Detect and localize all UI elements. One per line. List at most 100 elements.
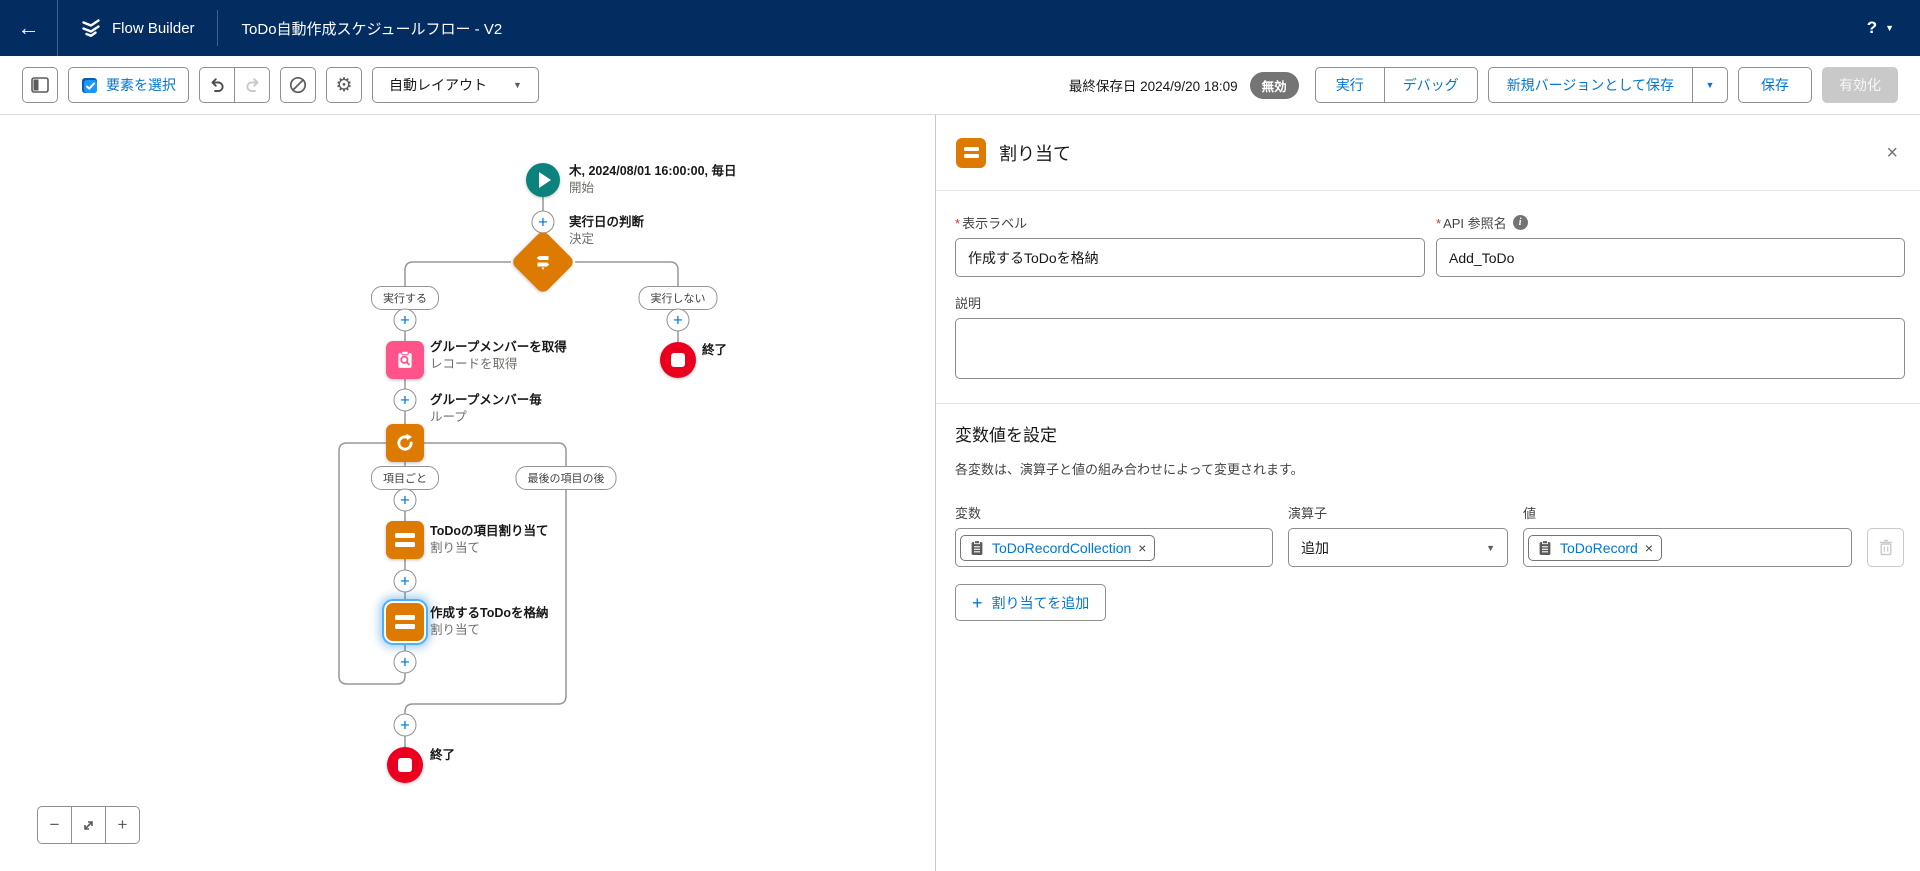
decision-node[interactable] bbox=[510, 229, 576, 295]
app-name: Flow Builder bbox=[112, 19, 195, 37]
gear-icon: ⚙ bbox=[335, 74, 353, 96]
record-icon bbox=[1537, 539, 1553, 556]
end-icon bbox=[398, 758, 412, 772]
end-icon bbox=[671, 353, 685, 367]
back-button[interactable]: ← bbox=[0, 0, 58, 56]
help-menu[interactable]: ? bbox=[1867, 18, 1877, 38]
branch-label-skip: 実行しない bbox=[638, 286, 718, 310]
loop-icon bbox=[394, 432, 416, 454]
redo-icon bbox=[244, 77, 261, 94]
assignment-node-1-label: ToDoの項目割り当て 割り当て bbox=[430, 524, 549, 555]
plus-icon: + bbox=[400, 310, 410, 330]
add-element-connector[interactable]: + bbox=[393, 569, 417, 593]
assignment-icon bbox=[395, 615, 415, 629]
property-editor-panel: 割り当て × *表示ラベル *API 参照名 i bbox=[936, 115, 1920, 871]
loop-node[interactable] bbox=[386, 424, 424, 462]
undo-button[interactable] bbox=[199, 67, 235, 103]
flow-title: ToDo自動作成スケジュールフロー - V2 bbox=[241, 20, 503, 38]
run-button[interactable]: 実行 bbox=[1314, 67, 1385, 103]
plus-icon: + bbox=[538, 212, 548, 232]
plus-icon: + bbox=[400, 571, 410, 591]
redo-button[interactable] bbox=[234, 67, 270, 103]
operator-value: 追加 bbox=[1301, 539, 1329, 556]
flow-toolbar: 要素を選択 ⚙ 自動レイアウト ▼ 最終保存日 2024/9/20 18:09 … bbox=[0, 56, 1920, 115]
end-node-bottom-label: 終了 bbox=[430, 748, 456, 762]
info-icon[interactable]: i bbox=[1512, 215, 1528, 230]
select-caret-icon: ▼ bbox=[1486, 542, 1495, 553]
api-name-input[interactable] bbox=[1436, 238, 1905, 277]
end-node-bottom[interactable] bbox=[387, 747, 423, 783]
app-navbar: ← Flow Builder ToDo自動作成スケジュールフロー - V2 ? … bbox=[0, 0, 1920, 56]
operator-select[interactable]: 追加 ▼ bbox=[1288, 528, 1508, 567]
layout-mode-label: 自動レイアウト bbox=[389, 77, 487, 93]
loop-node-label: グループメンバー毎 ループ bbox=[430, 393, 542, 424]
save-as-new-version-button[interactable]: 新規バージョンとして保存 bbox=[1487, 67, 1693, 103]
plus-icon: + bbox=[400, 390, 410, 410]
close-icon[interactable]: × bbox=[1886, 143, 1898, 163]
variable-pill[interactable]: ToDoRecordCollection × bbox=[960, 534, 1156, 561]
end-node-right[interactable] bbox=[660, 342, 696, 378]
value-pill[interactable]: ToDoRecord × bbox=[1528, 534, 1663, 561]
undo-icon bbox=[209, 77, 226, 94]
record-lookup-icon bbox=[394, 349, 416, 371]
add-element-connector[interactable]: + bbox=[531, 210, 555, 234]
zoom-in-button[interactable]: + bbox=[105, 806, 140, 844]
activate-button[interactable]: 有効化 bbox=[1822, 67, 1898, 103]
branch-label-execute: 実行する bbox=[371, 286, 439, 310]
select-elements-button[interactable]: 要素を選択 bbox=[68, 67, 189, 103]
plus-icon: + bbox=[673, 310, 683, 330]
section-divider bbox=[936, 403, 1920, 404]
get-records-node[interactable] bbox=[386, 341, 424, 379]
add-element-connector[interactable]: + bbox=[393, 308, 417, 332]
description-label: 説明 bbox=[955, 296, 982, 311]
canvas-zoom-controls: − + bbox=[37, 806, 140, 844]
save-menu-button[interactable]: ▼ bbox=[1692, 67, 1728, 103]
add-element-connector[interactable]: + bbox=[393, 713, 417, 737]
value-column-label: 値 bbox=[1523, 506, 1537, 521]
debug-button[interactable]: デバッグ bbox=[1383, 67, 1478, 103]
delete-assignment-button[interactable] bbox=[1867, 528, 1904, 567]
flow-canvas[interactable]: 木, 2024/08/01 16:00:00, 毎日 開始 + 実行日の判断 決… bbox=[0, 115, 936, 871]
back-arrow-icon: ← bbox=[17, 15, 40, 40]
display-label-input[interactable] bbox=[955, 238, 1425, 277]
assignment-node-2-selected[interactable] bbox=[386, 603, 424, 641]
plus-icon: + bbox=[400, 490, 410, 510]
variable-combobox[interactable]: ToDoRecordCollection × bbox=[955, 528, 1273, 567]
add-assignment-button[interactable]: + 割り当てを追加 bbox=[955, 584, 1107, 621]
panel-toggle-icon bbox=[31, 77, 49, 93]
toggle-toolbox-button[interactable] bbox=[22, 67, 58, 103]
select-elements-label: 要素を選択 bbox=[106, 77, 176, 93]
help-caret-icon[interactable]: ▼ bbox=[1885, 23, 1894, 33]
trash-icon bbox=[1878, 539, 1894, 556]
add-element-connector[interactable]: + bbox=[666, 308, 690, 332]
api-name-label: * API 参照名 i bbox=[1436, 213, 1905, 232]
value-combobox[interactable]: ToDoRecord × bbox=[1523, 528, 1852, 567]
start-node[interactable] bbox=[526, 163, 560, 197]
assignment-node-1[interactable] bbox=[386, 521, 424, 559]
plus-icon: + bbox=[117, 815, 128, 834]
plus-icon: + bbox=[400, 652, 410, 672]
set-variable-values-heading: 変数値を設定 bbox=[955, 426, 1057, 445]
ban-icon bbox=[289, 76, 307, 94]
operator-column-label: 演算子 bbox=[1288, 506, 1328, 521]
minus-icon: − bbox=[49, 815, 60, 834]
select-elements-checkbox-icon bbox=[81, 77, 98, 94]
flow-settings-button[interactable]: ⚙ bbox=[326, 67, 362, 103]
description-textarea[interactable] bbox=[955, 318, 1905, 379]
add-element-connector[interactable]: + bbox=[393, 488, 417, 512]
decision-node-label: 実行日の判断 決定 bbox=[569, 215, 645, 246]
status-badge: 無効 bbox=[1249, 71, 1299, 99]
layout-mode-dropdown[interactable]: 自動レイアウト ▼ bbox=[372, 67, 539, 103]
remove-pill-icon[interactable]: × bbox=[1645, 541, 1653, 555]
remove-pill-icon[interactable]: × bbox=[1138, 541, 1146, 555]
decision-sign-icon bbox=[533, 252, 553, 272]
assignment-element-icon bbox=[956, 137, 986, 168]
cancel-element-button[interactable] bbox=[280, 67, 316, 103]
add-element-connector[interactable]: + bbox=[393, 388, 417, 412]
save-button[interactable]: 保存 bbox=[1738, 67, 1812, 103]
add-element-connector[interactable]: + bbox=[393, 650, 417, 674]
expand-icon bbox=[81, 818, 96, 833]
fit-to-view-button[interactable] bbox=[71, 806, 106, 844]
zoom-out-button[interactable]: − bbox=[37, 806, 72, 844]
plus-icon: + bbox=[972, 592, 983, 613]
